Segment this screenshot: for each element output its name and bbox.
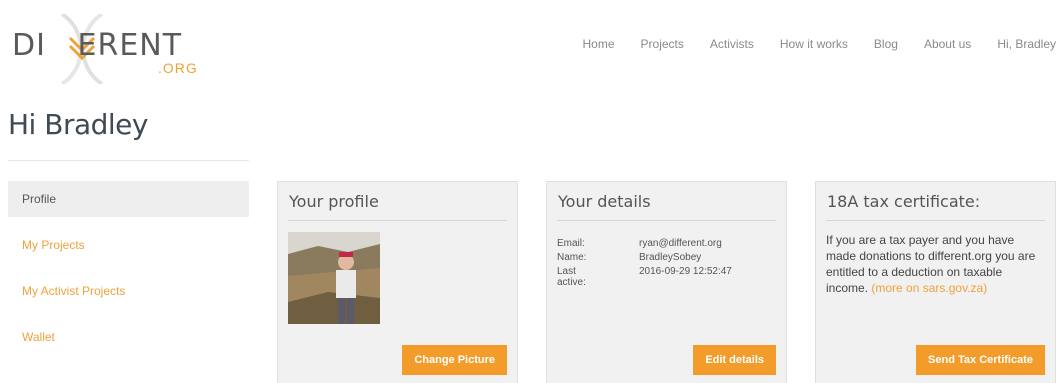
sidebar-item-my-projects[interactable]: My Projects <box>8 227 249 273</box>
last-active-value: 2016-09-29 12:52:47 <box>639 266 732 277</box>
sidebar: Profile My Projects My Activist Projects… <box>8 181 249 365</box>
sidebar-item-wallet[interactable]: Wallet <box>8 319 249 365</box>
last-active-label-line1: Last <box>557 266 576 277</box>
top-navigation: Home Projects Activists How it works Blo… <box>557 37 1056 51</box>
nav-home[interactable]: Home <box>583 37 615 51</box>
send-tax-certificate-button[interactable]: Send Tax Certificate <box>916 345 1045 375</box>
detail-row-name: Name: BradleySobey <box>557 252 732 263</box>
profile-card: Your profile Change Picture <box>277 181 518 383</box>
sars-link[interactable]: (more on sars.gov.za) <box>871 281 987 295</box>
email-label: Email: <box>557 238 585 249</box>
tax-certificate-card: 18A tax certificate: If you are a tax pa… <box>815 181 1056 383</box>
details-card-title: Your details <box>558 192 651 211</box>
detail-row-email: Email: ryan@different.org <box>557 238 732 249</box>
profile-card-title: Your profile <box>289 192 379 211</box>
logo-suffix: .ORG <box>158 60 198 76</box>
tax-card-title: 18A tax certificate: <box>827 192 981 211</box>
nav-projects[interactable]: Projects <box>641 37 684 51</box>
title-divider <box>8 160 249 161</box>
page-title: Hi Bradley <box>8 108 148 141</box>
site-logo[interactable]: DI ERENT .ORG <box>8 14 208 84</box>
nav-how-it-works[interactable]: How it works <box>780 37 848 51</box>
card-divider <box>826 220 1045 221</box>
edit-details-button[interactable]: Edit details <box>693 345 776 375</box>
name-label: Name: <box>557 252 587 263</box>
card-divider <box>288 220 507 221</box>
last-active-label-line2: active: <box>557 277 586 288</box>
change-picture-button[interactable]: Change Picture <box>402 345 507 375</box>
nav-about-us[interactable]: About us <box>924 37 971 51</box>
email-value: ryan@different.org <box>639 238 722 249</box>
sidebar-item-profile[interactable]: Profile <box>8 181 249 217</box>
detail-row-last-active: Last active: 2016-09-29 12:52:47 <box>557 266 732 288</box>
last-active-label: Last active: <box>557 266 639 288</box>
details-list: Email: ryan@different.org Name: BradleyS… <box>557 238 732 291</box>
nav-user-menu[interactable]: Hi, Bradley <box>997 37 1056 51</box>
logo-wordmark: DI ERENT <box>12 28 183 63</box>
tax-description: If you are a tax payer and you have made… <box>826 232 1045 296</box>
sidebar-item-my-activist-projects[interactable]: My Activist Projects <box>8 273 249 319</box>
nav-activists[interactable]: Activists <box>710 37 754 51</box>
card-divider <box>557 220 776 221</box>
profile-picture <box>288 232 380 324</box>
details-card: Your details Email: ryan@different.org N… <box>546 181 787 383</box>
nav-blog[interactable]: Blog <box>874 37 898 51</box>
name-value: BradleySobey <box>639 252 702 263</box>
